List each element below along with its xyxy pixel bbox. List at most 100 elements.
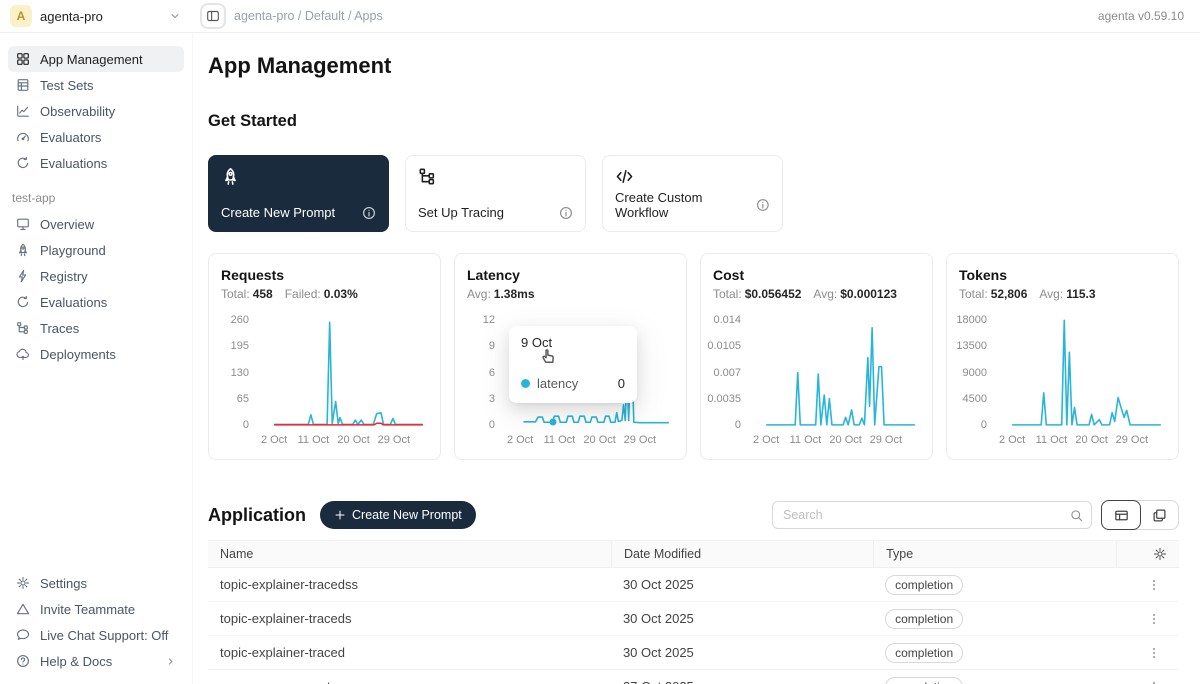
app-type-badge: completion — [885, 643, 963, 663]
chart-stat: Total:458 — [221, 287, 273, 301]
chart-stat: Total:$0.056452 — [713, 287, 801, 301]
chart-title: Tokens — [959, 267, 1166, 283]
y-axis-tick: 0.0105 — [707, 340, 741, 352]
create-new-prompt-button[interactable]: Create New Prompt — [320, 501, 476, 529]
y-axis-tick: 65 — [237, 393, 249, 405]
main-content: App Management Get Started Create New Pr… — [193, 33, 1200, 684]
x-axis-tick: 20 Oct — [583, 434, 615, 446]
app-date-modified: 30 Oct 2025 — [611, 577, 873, 592]
x-axis-tick: 11 Oct — [1036, 434, 1068, 446]
chart-stat: Failed:0.03% — [285, 287, 358, 301]
sidebar-item-playground[interactable]: Playground — [8, 237, 184, 263]
column-header-type[interactable]: Type — [873, 541, 1116, 567]
search-input[interactable] — [783, 508, 1070, 522]
chart-tooltip: 9 Oct latency 0 — [509, 326, 637, 403]
y-axis-tick: 13500 — [956, 340, 987, 352]
row-menu-icon[interactable] — [1147, 645, 1161, 661]
y-axis-tick: 9000 — [963, 367, 987, 379]
card-view-button[interactable] — [1140, 501, 1178, 529]
tree-icon — [16, 321, 30, 335]
row-menu-icon[interactable] — [1147, 679, 1161, 684]
sidebar-item-help-docs[interactable]: Help & Docs — [8, 648, 184, 674]
sidebar-toggle-button[interactable] — [200, 3, 226, 29]
cost-line — [766, 328, 915, 425]
sidebar-item-settings[interactable]: Settings — [8, 570, 184, 596]
bolt-icon — [16, 269, 30, 283]
row-menu-icon[interactable] — [1147, 577, 1161, 593]
y-axis-tick: 130 — [231, 367, 249, 379]
x-axis-tick: 20 Oct — [337, 434, 369, 446]
chevron-right-icon — [165, 656, 176, 667]
topbar: A agenta-pro agenta-pro / Default / Apps… — [0, 0, 1200, 33]
sidebar-item-registry[interactable]: Registry — [8, 263, 184, 289]
code-icon — [615, 167, 634, 186]
chart-title: Requests — [221, 267, 428, 283]
application-heading: Application — [208, 505, 306, 526]
chart-plot-area[interactable] — [995, 315, 1166, 427]
table-header: Name Date Modified Type — [208, 540, 1179, 568]
sidebar-item-deployments[interactable]: Deployments — [8, 341, 184, 367]
table-view-icon — [1114, 508, 1129, 523]
table-row[interactable]: topic-explainer-tracedss 30 Oct 2025 com… — [208, 568, 1179, 602]
app-name: topic-explainer-traceds — [208, 611, 611, 626]
chart-line-icon — [16, 104, 30, 118]
app-type-badge: completion — [885, 609, 963, 629]
get-started-cards: Create New Prompt Set Up Tracing Create … — [208, 155, 1179, 232]
cursor-hand-icon — [539, 346, 557, 364]
y-axis-tick: 0 — [735, 419, 741, 431]
create-new-prompt-card[interactable]: Create New Prompt — [208, 155, 389, 232]
question-icon — [16, 654, 30, 668]
workspace-switcher[interactable]: A agenta-pro — [0, 0, 193, 32]
y-axis-tick: 9 — [489, 340, 495, 352]
info-icon[interactable] — [362, 206, 376, 220]
chart-y-axis: 0450090001350018000 — [959, 315, 995, 427]
tooltip-series-name: latency — [537, 376, 578, 391]
set-up-tracing-card[interactable]: Set Up Tracing — [405, 155, 586, 232]
sidebar-item-invite-teammate[interactable]: Invite Teammate — [8, 596, 184, 622]
sidebar-item-overview[interactable]: Overview — [8, 211, 184, 237]
gear-icon — [16, 576, 30, 590]
table-icon — [16, 78, 30, 92]
tooltip-value: 0 — [618, 376, 625, 391]
x-axis-tick: 29 Oct — [624, 434, 656, 446]
y-axis-tick: 0 — [489, 419, 495, 431]
sidebar-item-observability[interactable]: Observability — [8, 98, 184, 124]
column-header-date-modified[interactable]: Date Modified — [611, 541, 873, 567]
y-axis-tick: 12 — [483, 314, 495, 326]
sidebar-item-test-sets[interactable]: Test Sets — [8, 72, 184, 98]
sidebar-item-traces[interactable]: Traces — [8, 315, 184, 341]
triangle-icon — [16, 602, 30, 616]
app-name: topic-explainer-traced — [208, 645, 611, 660]
app-section-label: test-app — [12, 191, 180, 205]
sidebar-item-evaluations[interactable]: Evaluations — [8, 289, 184, 315]
x-axis-tick: 2 Oct — [999, 434, 1025, 446]
chart-stat: Avg:1.38ms — [467, 287, 535, 301]
cycle-icon — [16, 295, 30, 309]
sidebar-item-evaluations[interactable]: Evaluations — [8, 150, 184, 176]
row-menu-icon[interactable] — [1147, 611, 1161, 627]
tooltip-series-dot — [521, 379, 530, 388]
table-row[interactable]: topic-explainer-traceds 30 Oct 2025 comp… — [208, 602, 1179, 636]
chart-plot-area[interactable] — [257, 315, 428, 427]
table-view-button[interactable] — [1101, 500, 1141, 530]
sidebar-item-app-management[interactable]: App Management — [8, 46, 184, 72]
table-row[interactable]: topic-explainer-traced 30 Oct 2025 compl… — [208, 636, 1179, 670]
chart-title: Cost — [713, 267, 920, 283]
info-icon[interactable] — [559, 206, 573, 220]
x-axis-tick: 2 Oct — [753, 434, 779, 446]
app-date-modified: 30 Oct 2025 — [611, 645, 873, 660]
sidebar-item-evaluators[interactable]: Evaluators — [8, 124, 184, 150]
sidebar-item-live-chat-support-off[interactable]: Live Chat Support: Off — [8, 622, 184, 648]
chart-x-axis: 2 Oct11 Oct20 Oct29 Oct — [995, 432, 1166, 450]
info-icon[interactable] — [756, 198, 770, 212]
column-header-name[interactable]: Name — [208, 547, 611, 561]
create-custom-workflow-card[interactable]: Create Custom Workflow — [602, 155, 783, 232]
metric-charts: Requests Total:458Failed:0.03% 065130195… — [208, 253, 1179, 460]
sidebar-toggle-icon — [206, 9, 220, 23]
y-axis-tick: 0.0035 — [707, 393, 741, 405]
chart-stat: Avg:115.3 — [1039, 287, 1095, 301]
table-settings-gear-icon[interactable] — [1153, 547, 1167, 561]
chart-plot-area[interactable] — [749, 315, 920, 427]
applications-table: Name Date Modified Type topic-explainer-… — [208, 540, 1179, 684]
table-row[interactable]: career-assessment 27 Oct 2025 completion — [208, 670, 1179, 684]
